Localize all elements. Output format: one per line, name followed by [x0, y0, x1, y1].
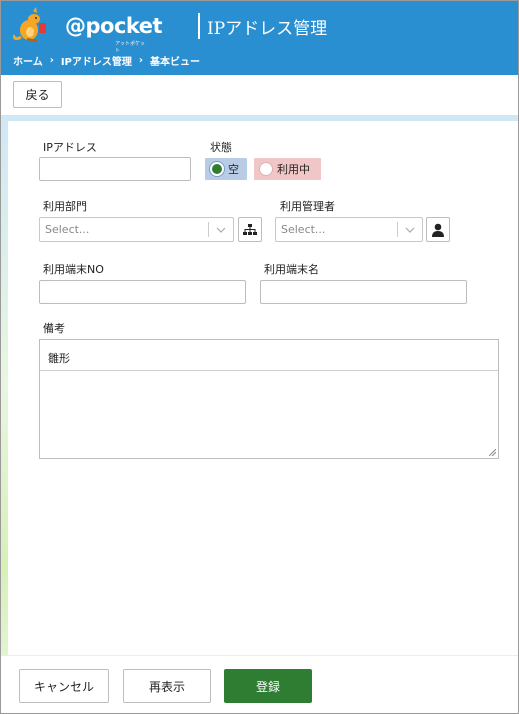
chevron-down-icon[interactable] — [398, 218, 422, 241]
remarks-textarea[interactable] — [40, 371, 498, 457]
terminal-no-input[interactable] — [39, 280, 246, 304]
department-select[interactable]: Select... — [39, 217, 234, 242]
remarks-field[interactable]: 雛形 — [39, 339, 499, 459]
org-chart-button[interactable] — [238, 217, 262, 242]
chevron-down-icon[interactable] — [209, 218, 233, 241]
app-window: @pocket アットポケット IPアドレス管理 ホーム › IPアドレス管理 … — [0, 0, 519, 714]
ip-address-label: IPアドレス — [43, 141, 97, 154]
department-select-placeholder: Select... — [45, 223, 90, 236]
state-option-label: 利用中 — [277, 163, 310, 176]
terminal-no-label: 利用端末NO — [43, 263, 104, 276]
org-chart-icon — [243, 223, 257, 235]
breadcrumb: ホーム › IPアドレス管理 › 基本ビュー — [13, 53, 200, 68]
logo-text: @pocket — [65, 14, 163, 38]
toolbar: 戻る — [1, 75, 518, 115]
cancel-button[interactable]: キャンセル — [19, 669, 109, 703]
back-button[interactable]: 戻る — [13, 81, 62, 108]
terminal-name-label: 利用端末名 — [264, 263, 319, 276]
breadcrumb-separator-icon: › — [49, 55, 54, 66]
user-icon — [432, 223, 444, 237]
state-label: 状態 — [210, 141, 232, 154]
resize-handle-icon[interactable] — [489, 449, 496, 456]
ip-address-input[interactable] — [39, 157, 191, 181]
breadcrumb-ip-management[interactable]: IPアドレス管理 — [61, 53, 132, 68]
app-logo[interactable]: @pocket アットポケット — [13, 7, 163, 54]
refresh-button[interactable]: 再表示 — [123, 669, 211, 703]
breadcrumb-separator-icon: › — [138, 55, 144, 66]
breadcrumb-home[interactable]: ホーム — [13, 53, 43, 68]
submit-button[interactable]: 登録 — [224, 669, 312, 703]
state-option-available[interactable]: 空 — [205, 158, 247, 180]
logo-subtext: アットポケット — [115, 41, 146, 54]
admin-select[interactable]: Select... — [275, 217, 423, 242]
department-label: 利用部門 — [43, 200, 87, 213]
radio-unselected-icon — [259, 162, 273, 176]
page-title: IPアドレス管理 — [207, 19, 328, 39]
app-header: @pocket アットポケット IPアドレス管理 ホーム › IPアドレス管理 … — [1, 1, 518, 75]
footer-bar: キャンセル 再表示 登録 — [1, 655, 518, 713]
state-option-label: 空 — [228, 163, 239, 176]
remarks-label: 備考 — [43, 322, 65, 335]
title-divider — [198, 13, 200, 39]
terminal-name-input[interactable] — [260, 280, 467, 304]
radio-selected-icon — [210, 162, 224, 176]
state-option-in-use[interactable]: 利用中 — [254, 158, 321, 180]
remarks-template-button[interactable]: 雛形 — [40, 340, 498, 371]
kangaroo-logo-icon — [13, 7, 46, 42]
breadcrumb-basic-view[interactable]: 基本ビュー — [150, 53, 200, 68]
user-picker-button[interactable] — [426, 217, 450, 242]
admin-label: 利用管理者 — [280, 200, 335, 213]
admin-select-placeholder: Select... — [281, 223, 326, 236]
